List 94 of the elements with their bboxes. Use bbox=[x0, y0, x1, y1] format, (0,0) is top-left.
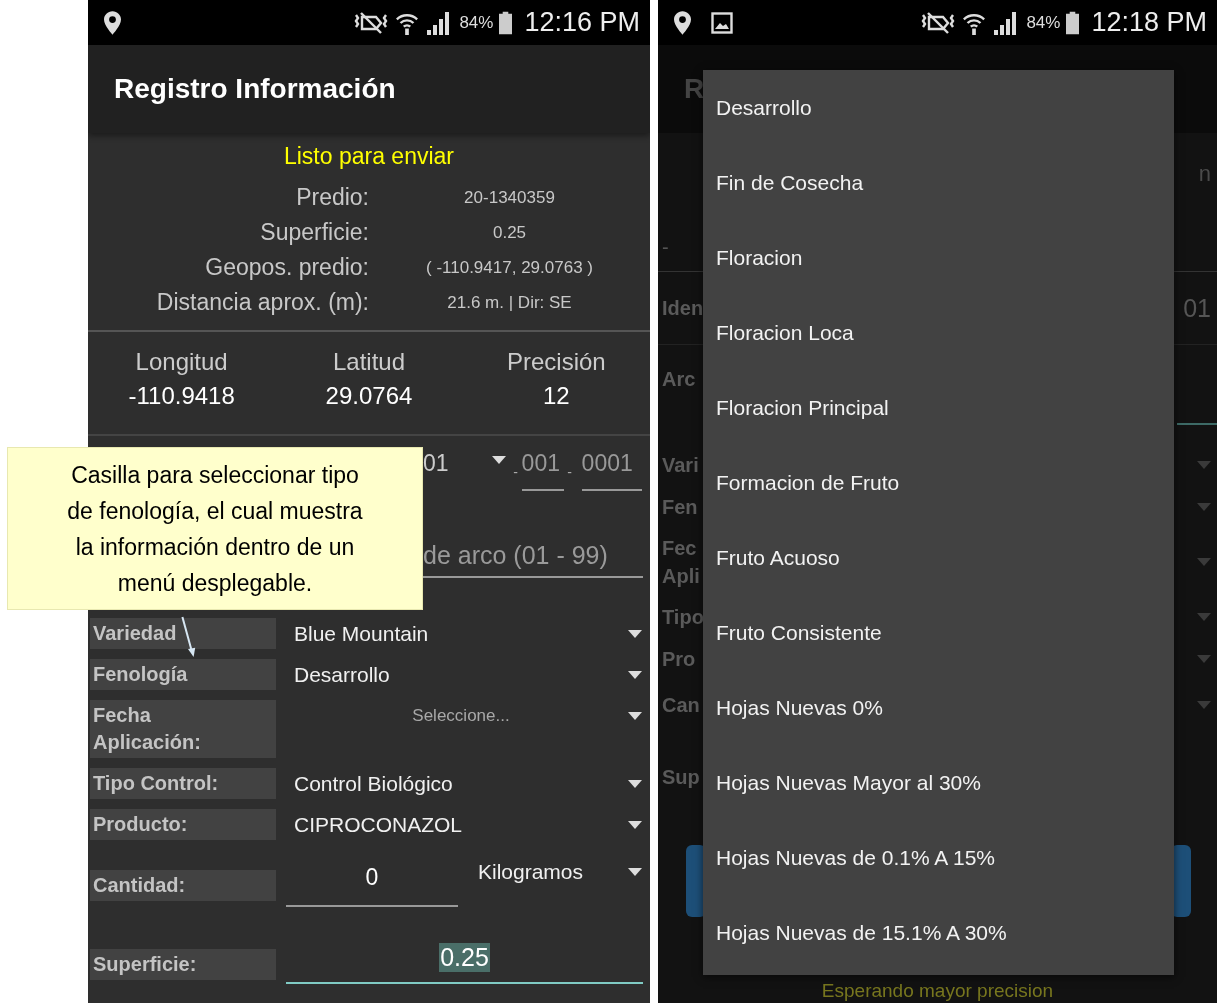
selected-text: 0.25 bbox=[439, 943, 490, 972]
field-label: Tipo Control: bbox=[90, 768, 276, 799]
unit-dropdown-select[interactable]: Kilogramos bbox=[458, 856, 650, 887]
field-label: Sup bbox=[662, 765, 700, 790]
dropdown-caret-icon bbox=[628, 670, 642, 679]
menu-item[interactable]: Floracion bbox=[703, 220, 1174, 295]
vibrate-mute-icon bbox=[353, 10, 390, 35]
menu-item[interactable]: Formacion de Fruto bbox=[703, 445, 1174, 520]
signal-icon bbox=[992, 10, 1017, 35]
field-label: Can bbox=[662, 693, 700, 718]
coordinate-label: Longitud bbox=[135, 348, 228, 376]
dropdown-caret-icon[interactable] bbox=[491, 456, 506, 464]
menu-item[interactable]: Hojas Nuevas de 0.1% A 15% bbox=[703, 820, 1174, 895]
field-label: Superficie: bbox=[90, 949, 276, 980]
dropdown-select[interactable]: Blue Mountain bbox=[276, 618, 650, 649]
dropdown-caret-icon bbox=[628, 711, 642, 720]
coordinate-label: Precisión bbox=[506, 348, 606, 376]
menu-item[interactable]: Floracion Loca bbox=[703, 295, 1174, 370]
field-label: Cantidad: bbox=[90, 870, 276, 901]
field-label: Producto: bbox=[90, 809, 276, 840]
callout-tooltip: Casilla para seleccionar tipo de fenología, el cual muestra la información dentro de un menú desplegable. bbox=[7, 447, 423, 610]
tooltip-pointer-arrow bbox=[181, 616, 196, 657]
info-value: 21.6 m. | Dir: SE bbox=[446, 292, 573, 313]
menu-item[interactable]: Floracion Principal bbox=[703, 370, 1174, 445]
clock-time: 12:18 PM bbox=[1091, 7, 1207, 38]
coordinate-label: Latitud bbox=[332, 348, 405, 376]
field-label: Tipo bbox=[662, 605, 702, 630]
dropdown-caret-icon bbox=[628, 820, 642, 829]
field-value: 01 bbox=[1183, 293, 1211, 323]
field-label: Fec Apli bbox=[662, 536, 701, 589]
dropdown-caret-icon bbox=[1197, 613, 1211, 621]
menu-item[interactable]: Hojas Nuevas de 15.1% A 30% bbox=[703, 895, 1174, 970]
separator: - bbox=[512, 464, 519, 480]
menu-item[interactable]: Fin de Cosecha bbox=[703, 145, 1174, 220]
field-label: Vari bbox=[662, 453, 699, 478]
location-pin-icon bbox=[674, 10, 691, 35]
signal-icon bbox=[425, 10, 450, 35]
field-label: Iden bbox=[662, 296, 702, 321]
field-label: Pro bbox=[662, 647, 696, 672]
dropdown-select[interactable]: Control Biológico bbox=[276, 768, 650, 799]
button-edge bbox=[686, 845, 706, 917]
menu-item[interactable]: Fruto Acuoso bbox=[703, 520, 1174, 595]
status-message: Listo para enviar bbox=[282, 143, 455, 170]
dropdown-caret-icon bbox=[628, 867, 642, 876]
field-label: - bbox=[662, 235, 669, 260]
menu-item[interactable]: Hojas Nuevas Mayor al 30% bbox=[703, 745, 1174, 820]
coordinate-value: -110.9418 bbox=[128, 382, 235, 410]
info-label: Distancia aprox. (m): bbox=[155, 289, 369, 316]
arco-input-field[interactable]: de arco (01 - 99) bbox=[423, 541, 643, 578]
dropdown-caret-icon bbox=[1197, 701, 1211, 709]
menu-item[interactable]: Fruto Consistente bbox=[703, 595, 1174, 670]
dropdown-caret-icon bbox=[1197, 461, 1211, 469]
dropdown-select[interactable]: Desarrollo bbox=[276, 659, 650, 690]
coordinate-value: 29.0764 bbox=[325, 382, 413, 410]
id-value: 01 bbox=[423, 450, 449, 477]
text-input-field[interactable]: 0.25 bbox=[286, 937, 643, 984]
dropdown-select[interactable]: Seleccione... bbox=[276, 700, 650, 731]
field-label: Variedad bbox=[90, 618, 276, 649]
field-value: n bbox=[1198, 161, 1211, 187]
id-input-field[interactable]: 0001 bbox=[581, 450, 642, 491]
field-label: Fen bbox=[662, 495, 698, 520]
battery-percentage: 84% bbox=[1026, 12, 1061, 33]
info-value: ( -110.9417, 29.0763 ) bbox=[425, 257, 594, 278]
quantity-input-field[interactable]: 0 bbox=[286, 856, 458, 907]
location-pin-icon bbox=[104, 10, 121, 35]
info-label: Superficie: bbox=[259, 219, 369, 246]
menu-item[interactable]: Hojas Nuevas 0% bbox=[703, 670, 1174, 745]
status-message: Esperando mayor precision bbox=[820, 979, 1055, 1003]
screen-title: Registro Información bbox=[114, 73, 396, 105]
dropdown-caret-icon bbox=[628, 629, 642, 638]
info-label: Predio: bbox=[295, 184, 369, 211]
separator: - bbox=[566, 464, 573, 480]
menu-item[interactable]: Desarrollo bbox=[703, 70, 1174, 145]
id-input-field[interactable]: 001 bbox=[521, 450, 564, 491]
dropdown-caret-icon bbox=[628, 779, 642, 788]
dropdown-select[interactable]: CIPROCONAZOL bbox=[276, 809, 650, 840]
battery-icon bbox=[499, 10, 513, 35]
vibrate-mute-icon bbox=[920, 10, 957, 35]
coordinate-value: 12 bbox=[542, 382, 570, 410]
field-label: Fenología bbox=[90, 659, 276, 690]
battery-percentage: 84% bbox=[459, 12, 494, 33]
clock-time: 12:16 PM bbox=[524, 7, 640, 38]
dropdown-caret-icon bbox=[1197, 503, 1211, 511]
info-label: Geopos. predio: bbox=[204, 254, 369, 281]
info-value: 20-1340359 bbox=[463, 187, 556, 208]
dropdown-caret-icon bbox=[1197, 558, 1211, 566]
field-label: Fecha Aplicación: bbox=[90, 700, 276, 758]
field-label: Arc bbox=[662, 367, 696, 392]
info-value: 0.25 bbox=[491, 222, 528, 243]
dropdown-caret-icon bbox=[1197, 655, 1211, 663]
screen-title: R bbox=[684, 73, 705, 105]
input-underline bbox=[1177, 423, 1217, 425]
battery-icon bbox=[1066, 10, 1080, 35]
image-icon bbox=[711, 11, 733, 34]
